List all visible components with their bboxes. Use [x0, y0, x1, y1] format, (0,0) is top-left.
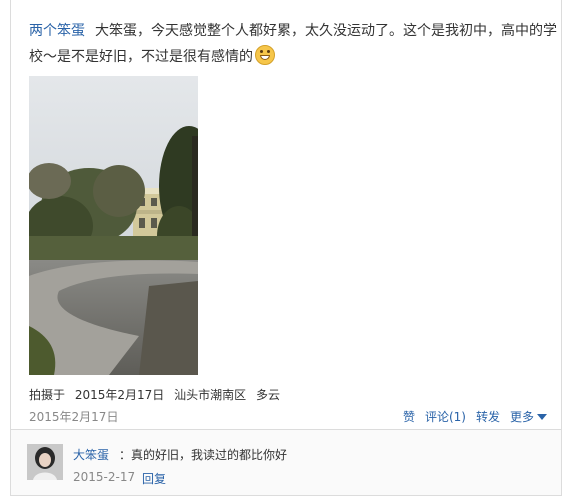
- repost-button[interactable]: 转发: [476, 408, 500, 425]
- meta-weather: 多云: [255, 388, 280, 402]
- comment-author-link[interactable]: 大笨蛋: [73, 446, 109, 463]
- user-avatar-icon: [27, 444, 63, 480]
- post-text: 大笨蛋，今天感觉整个人都好累，太久没运动了。这个是我初中，高中的学校～是不是好旧…: [29, 23, 557, 65]
- more-button[interactable]: 更多: [510, 408, 547, 425]
- like-button[interactable]: 赞: [403, 408, 415, 425]
- avatar[interactable]: [27, 444, 63, 480]
- meta-location[interactable]: 汕头市潮南区: [174, 388, 246, 402]
- photo-meta: 拍摄于 2015年2月17日 汕头市潮南区 多云: [29, 386, 286, 403]
- reply-button[interactable]: 回复: [142, 470, 166, 487]
- post-body: 两个笨蛋 大笨蛋，今天感觉整个人都好累，太久没运动了。这个是我初中，高中的学校～是…: [29, 18, 559, 70]
- post-photo[interactable]: [29, 76, 198, 375]
- school-building-photo: [29, 76, 198, 375]
- post-date[interactable]: 2015年2月17日: [29, 408, 118, 425]
- comment-list: 大笨蛋 ：真的好旧，我读过的都比你好 2015-2-17 回复: [10, 430, 562, 496]
- more-label: 更多: [509, 410, 534, 424]
- post-actions: 赞 评论(1) 转发 更多: [403, 408, 547, 425]
- post-author-link[interactable]: 两个笨蛋: [29, 23, 85, 39]
- chevron-down-icon: [537, 414, 547, 420]
- meta-date: 2015年2月17日: [74, 388, 165, 402]
- grin-emoji-icon: [255, 45, 275, 65]
- comment-button[interactable]: 评论(1): [425, 408, 466, 425]
- meta-prefix: 拍摄于: [29, 388, 66, 402]
- comment-date: 2015-2-17: [73, 470, 136, 484]
- comment-text: ：真的好旧，我读过的都比你好: [119, 448, 288, 462]
- post-card: 两个笨蛋 大笨蛋，今天感觉整个人都好累，太久没运动了。这个是我初中，高中的学校～是…: [10, 0, 562, 430]
